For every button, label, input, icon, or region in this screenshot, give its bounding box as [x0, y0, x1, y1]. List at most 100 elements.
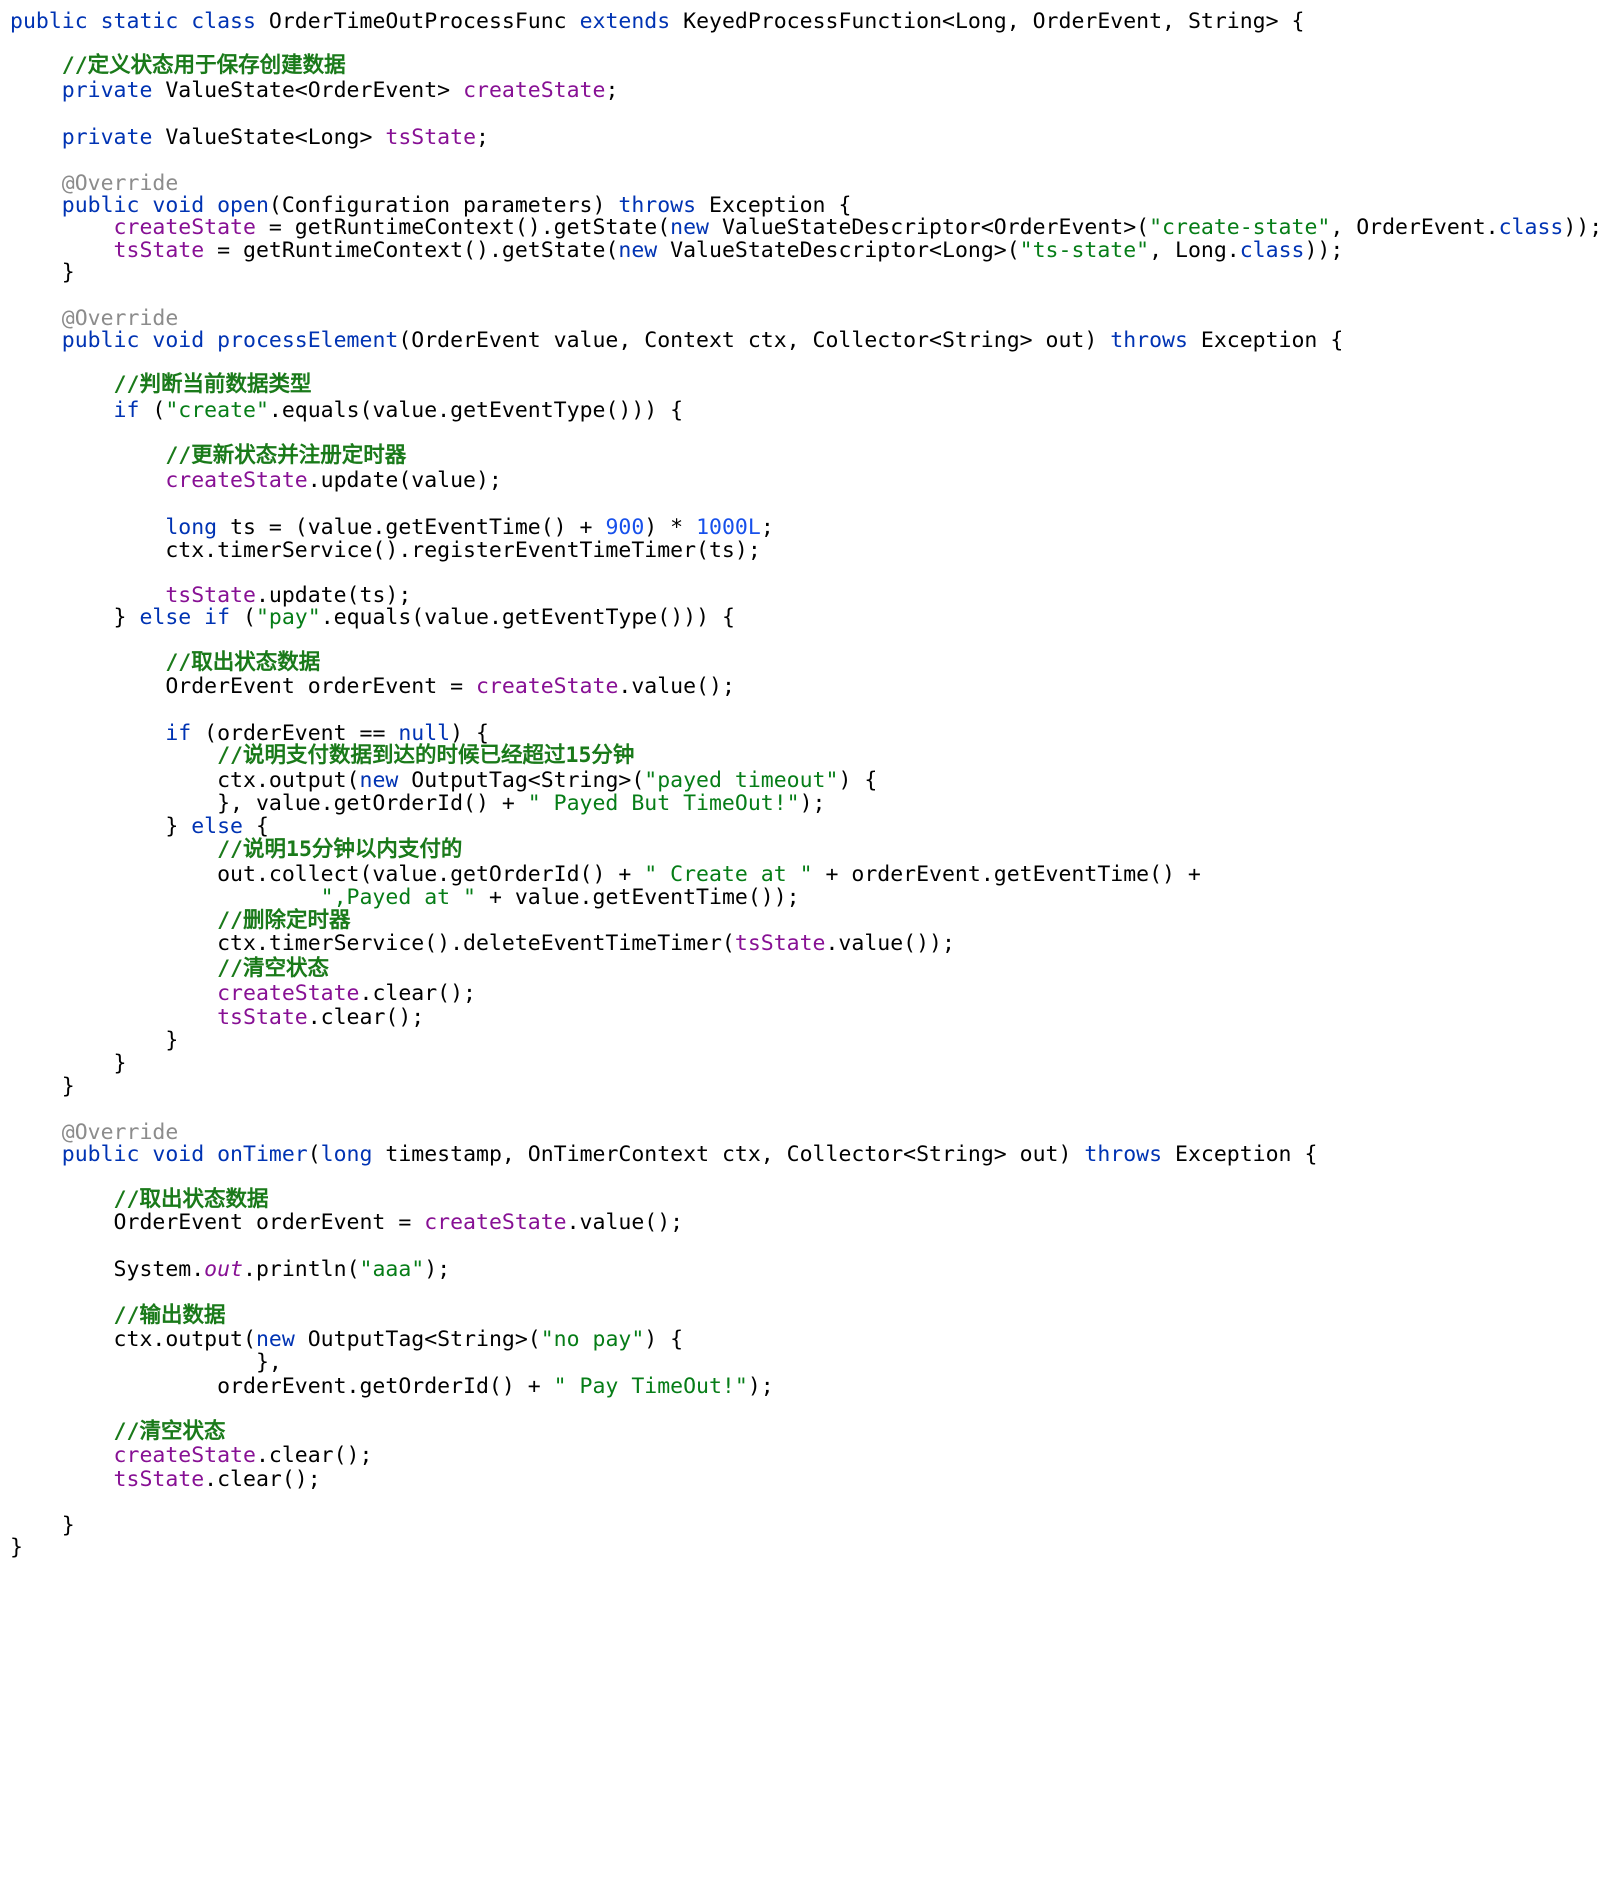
code-line: //判断当前数据类型	[10, 371, 312, 399]
code-token: tsState	[385, 125, 477, 150]
code-token: private	[10, 125, 166, 150]
code-token: ));	[1563, 215, 1603, 240]
code-token: //清空状态	[10, 1419, 226, 1444]
code-token: public static class	[10, 9, 269, 34]
code-token: out	[204, 1257, 244, 1282]
code-line: public void onTimer(long timestamp, OnTi…	[10, 1141, 1318, 1169]
code-token: //判断当前数据类型	[10, 372, 312, 397]
code-editor[interactable]: public static class OrderTimeOutProcessF…	[10, 0, 1615, 1877]
code-token: tsState	[734, 931, 826, 956]
code-token: " Pay TimeOut!"	[553, 1374, 748, 1399]
code-token: Exception {	[1175, 1142, 1318, 1167]
code-token: class	[1498, 215, 1564, 240]
code-token: .equals(value.getEventType())) {	[320, 605, 735, 630]
code-token: , Long.	[1149, 238, 1240, 263]
code-token: + value.getEventTime());	[476, 885, 800, 910]
code-token: },	[10, 1350, 282, 1375]
code-line: tsState.clear();	[10, 1466, 321, 1494]
code-token: timestamp, OnTimerContext ctx, Collector…	[385, 1142, 1085, 1167]
code-token: .clear();	[359, 981, 477, 1006]
code-token: "pay"	[255, 605, 321, 630]
code-token: //说明15分钟以内支付的	[10, 837, 463, 862]
code-token: (	[307, 1142, 321, 1167]
code-line: //说明15分钟以内支付的	[10, 836, 462, 864]
code-token: public void	[10, 328, 218, 353]
code-line: OrderEvent orderEvent = createState.valu…	[10, 673, 735, 701]
code-line: //清空状态	[10, 955, 329, 983]
code-token: + orderEvent.getEventTime() +	[812, 862, 1201, 887]
code-line: private ValueState<Long> tsState;	[10, 124, 489, 152]
code-line: public static class OrderTimeOutProcessF…	[10, 8, 1304, 36]
code-token: }	[10, 260, 75, 285]
code-line: //更新状态并注册定时器	[10, 442, 406, 470]
code-token: );	[747, 1374, 774, 1399]
code-token: System.	[10, 1257, 205, 1282]
code-line: if ("create".equals(value.getEventType()…	[10, 397, 684, 425]
code-token: if	[10, 398, 153, 423]
code-token: //说明支付数据到达的时候已经超过15分钟	[10, 743, 635, 768]
code-token: .value();	[618, 674, 735, 699]
code-token: .println(	[243, 1257, 360, 1282]
code-token: );	[424, 1257, 451, 1282]
code-token: " Payed But TimeOut!"	[527, 791, 800, 816]
code-line: //定义状态用于保存创建数据	[10, 52, 346, 80]
code-token: orderEvent.getOrderId() +	[10, 1374, 554, 1399]
code-token: Exception {	[1200, 328, 1344, 353]
code-token: createState	[10, 468, 308, 493]
code-line: }	[10, 259, 75, 287]
code-line: }	[10, 1073, 75, 1101]
code-token: ;	[605, 78, 619, 103]
code-token: (	[152, 398, 166, 423]
code-token: .value());	[825, 931, 955, 956]
code-token: .equals(value.getEventType())) {	[268, 398, 684, 423]
code-line: ctx.timerService().deleteEventTimeTimer(…	[10, 930, 955, 958]
code-token: createState	[463, 78, 606, 103]
code-token: "aaa"	[359, 1257, 425, 1282]
code-token: }	[10, 1535, 23, 1560]
code-token: public void	[10, 1142, 218, 1167]
code-token: ));	[1304, 238, 1344, 263]
code-token: ) {	[644, 1327, 684, 1352]
code-token: ) {	[838, 768, 878, 793]
code-token: (OrderEvent value, Context ctx, Collecto…	[398, 328, 1111, 353]
code-token: createState	[10, 981, 360, 1006]
code-token: KeyedProcessFunction<Long, OrderEvent, S…	[683, 9, 1305, 34]
code-line: } else if ("pay".equals(value.getEventTy…	[10, 604, 735, 632]
code-token: throws	[1110, 328, 1201, 353]
code-token: ;	[760, 515, 774, 540]
code-token: //清空状态	[10, 956, 329, 981]
code-token: OrderTimeOutProcessFunc	[268, 9, 580, 34]
code-token: "no pay"	[540, 1327, 645, 1352]
code-token: .clear();	[255, 1443, 373, 1468]
code-token: .update(value);	[307, 468, 502, 493]
code-token: }	[10, 605, 140, 630]
code-line: orderEvent.getOrderId() + " Pay TimeOut!…	[10, 1373, 774, 1401]
code-token: //更新状态并注册定时器	[10, 443, 407, 468]
code-token: new	[618, 238, 671, 263]
code-token: "ts-state"	[1019, 238, 1150, 263]
code-token: createState	[476, 674, 619, 699]
code-token: .clear();	[204, 1467, 321, 1492]
code-token: tsState	[10, 1467, 205, 1492]
code-token: long	[320, 1142, 386, 1167]
code-token: class	[1239, 238, 1305, 263]
code-token: = getRuntimeContext().getState(	[204, 238, 619, 263]
code-line: OrderEvent orderEvent = createState.valu…	[10, 1209, 684, 1237]
code-token: onTimer	[217, 1142, 308, 1167]
code-token: //输出数据	[10, 1303, 226, 1328]
code-token: , OrderEvent.	[1330, 215, 1499, 240]
code-token: (	[243, 605, 256, 630]
code-token: ValueState<OrderEvent>	[165, 78, 464, 103]
code-token: OrderEvent orderEvent =	[10, 1210, 425, 1235]
code-token: ValueState<Long>	[165, 125, 386, 150]
code-line: private ValueState<OrderEvent> createSta…	[10, 77, 619, 105]
code-token: extends	[579, 9, 684, 34]
code-token: private	[10, 78, 166, 103]
code-line: createState.update(value);	[10, 467, 502, 495]
code-token: processElement	[217, 328, 399, 353]
code-token: else if	[139, 605, 244, 630]
code-token: .value();	[566, 1210, 684, 1235]
code-token: ;	[476, 125, 489, 150]
code-line: public void processElement(OrderEvent va…	[10, 327, 1344, 355]
code-token: }	[10, 1074, 75, 1099]
